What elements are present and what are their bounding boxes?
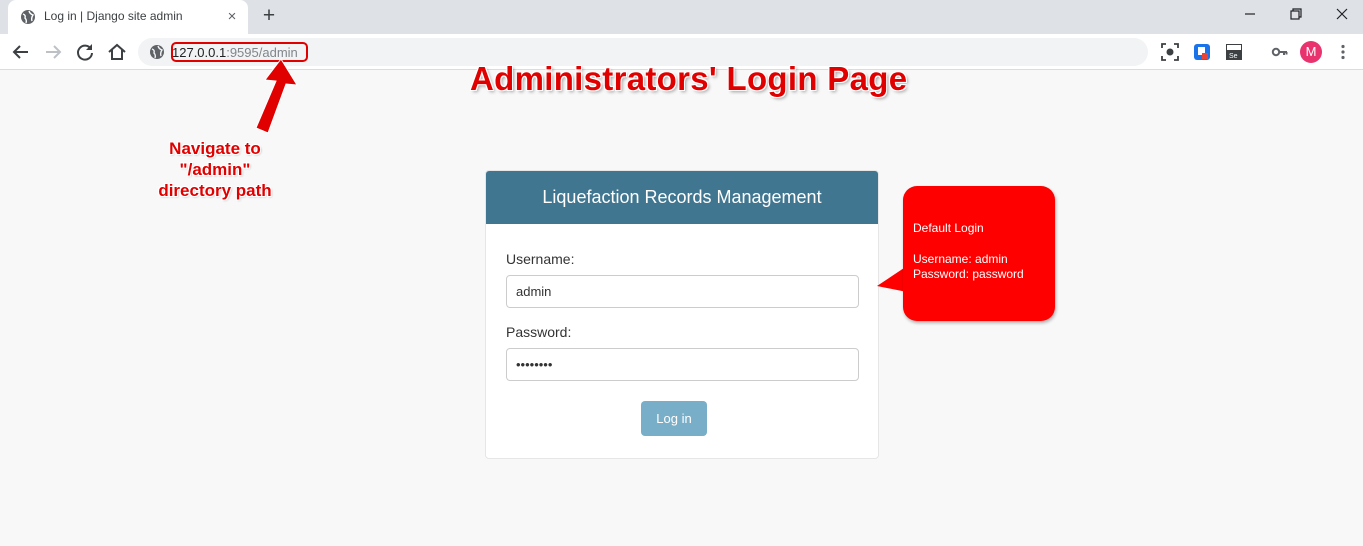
callout-heading: Default Login: [913, 221, 984, 235]
url-highlight-box: [171, 42, 308, 62]
minimize-icon[interactable]: [1238, 4, 1262, 24]
screenshot-extension-icon[interactable]: [1161, 43, 1179, 61]
login-panel: Liquefaction Records Management Username…: [485, 170, 879, 459]
annotation-line: directory path: [158, 181, 272, 200]
password-label: Password:: [506, 324, 572, 340]
globe-icon: [21, 10, 35, 24]
username-label: Username:: [506, 251, 575, 267]
annotation-line: Navigate to: [169, 139, 261, 158]
default-login-callout: Default Login Username: admin Password: …: [903, 186, 1055, 321]
back-arrow-icon[interactable]: [9, 40, 33, 64]
close-window-icon[interactable]: [1330, 4, 1354, 24]
restore-icon[interactable]: [1284, 4, 1308, 24]
close-tab-icon[interactable]: ×: [224, 9, 240, 25]
more-menu-icon[interactable]: [1334, 43, 1352, 61]
forward-arrow-icon[interactable]: [41, 40, 65, 64]
callout-password: Password: password: [913, 267, 1024, 281]
login-form: Username: Password:: [506, 251, 859, 381]
selenium-ide-icon[interactable]: Se: [1225, 43, 1243, 61]
annotation-navigate-note: Navigate to "/admin" directory path: [140, 138, 290, 201]
password-input[interactable]: [506, 348, 859, 381]
username-input[interactable]: [506, 275, 859, 308]
new-tab-button[interactable]: +: [258, 5, 280, 28]
home-icon[interactable]: [105, 40, 129, 64]
site-info-icon[interactable]: [149, 44, 165, 60]
reload-icon[interactable]: [73, 40, 97, 64]
svg-text:Se: Se: [1229, 53, 1238, 60]
profile-avatar[interactable]: M: [1300, 41, 1322, 63]
tab-strip: Log in | Django site admin × +: [0, 0, 1363, 34]
annotation-title: Administrators' Login Page: [470, 60, 908, 97]
key-icon[interactable]: [1271, 43, 1289, 61]
browser-tab[interactable]: Log in | Django site admin ×: [8, 0, 248, 34]
login-button[interactable]: Log in: [641, 401, 707, 436]
tab-title: Log in | Django site admin: [44, 9, 183, 23]
callout-username: Username: admin: [913, 252, 1008, 266]
site-header: Liquefaction Records Management: [486, 171, 878, 224]
extension-blue-icon[interactable]: [1193, 43, 1211, 61]
annotation-line: "/admin": [179, 160, 251, 179]
